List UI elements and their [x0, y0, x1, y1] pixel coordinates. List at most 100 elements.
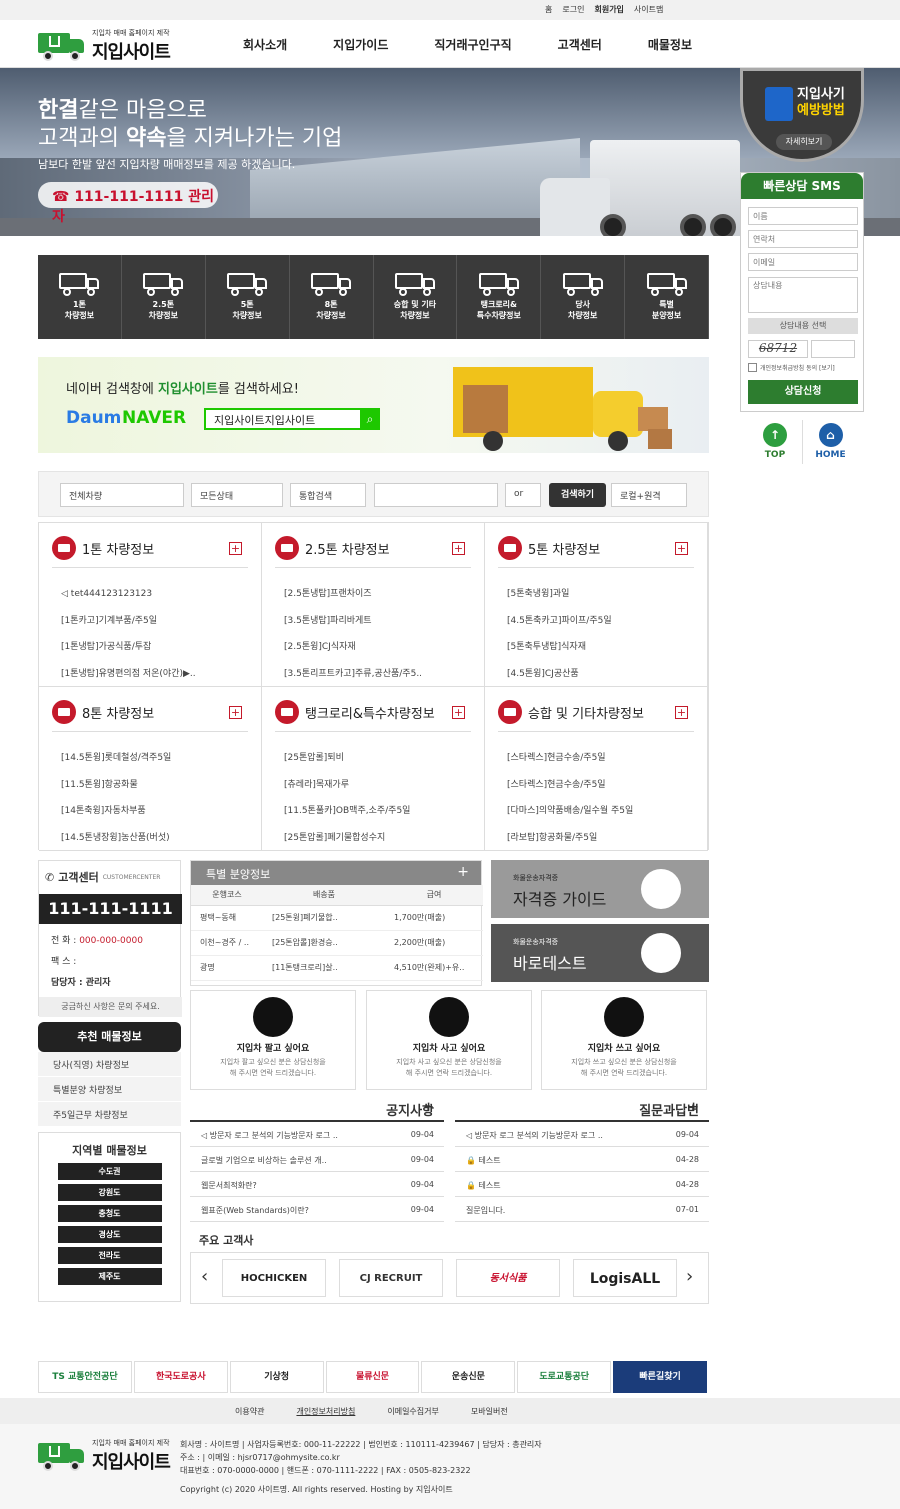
name-input[interactable] [748, 207, 858, 225]
vehicle-type-select[interactable]: 전체차량 [60, 483, 184, 507]
plus-icon[interactable]: + [452, 542, 465, 555]
submit-consult-button[interactable]: 상담신청 [748, 380, 858, 404]
rec-item-direct[interactable]: 당사(직영) 차량정보 [38, 1052, 181, 1077]
list-item[interactable]: [14.5톤윙]롯데철성/격주5일 [61, 745, 251, 772]
license-guide-banner[interactable]: 화물운송자격증 자격증 가이드 [491, 860, 709, 918]
rec-item-special[interactable]: 특별분양 차량정보 [38, 1077, 181, 1102]
plus-icon[interactable]: + [675, 542, 688, 555]
agree-checkbox[interactable] [748, 363, 757, 372]
list-item[interactable]: 질문입니다. 07-01 [455, 1197, 709, 1222]
operator-select[interactable]: or [505, 483, 541, 507]
region-item[interactable]: 제주도 [57, 1268, 162, 1285]
quick-test-banner[interactable]: 화물운송자격증 바로테스트 [491, 924, 709, 982]
email-refuse-link[interactable]: 이메일수집거부 [387, 1406, 439, 1417]
category-1[interactable]: 1톤 차량정보 [38, 255, 122, 339]
list-item[interactable]: [다마스]의약품배송/일수월 주5일 [507, 798, 697, 825]
category-3[interactable]: 5톤 차량정보 [206, 255, 290, 339]
category-5[interactable]: 승합 및 기타 차량정보 [374, 255, 458, 339]
list-item[interactable]: ◁ tet444123123123 [61, 581, 251, 608]
list-item[interactable]: [스타렉스]현금수송/주5일 [507, 745, 697, 772]
terms-link[interactable]: 이용약관 [235, 1406, 264, 1417]
list-item[interactable]: [25톤압롤]폐기물합성수지 [284, 825, 474, 852]
partner-kma[interactable]: 기상청 [229, 1361, 324, 1393]
list-item[interactable]: 🔒 테스트 04-28 [455, 1147, 709, 1172]
table-row[interactable]: 광명 [11톤탱크로리]살.. 4,510만(완제)+유.. [191, 955, 483, 981]
list-item[interactable]: 🔒 테스트 04-28 [455, 1172, 709, 1197]
table-row[interactable]: 이천~경주 / .. [25톤압롤]환경승.. 2,200만(매출) [191, 930, 483, 956]
sell-service-card[interactable]: 지입차 팔고 싶어요 지입차 팔고 싶으신 분은 상담신청을 해 주시면 연락 드리… [190, 990, 356, 1090]
region-item[interactable]: 충청도 [57, 1205, 162, 1222]
list-item[interactable]: [3.5톤리프트카고]주류,공산품/주5.. [284, 661, 474, 688]
list-item[interactable]: [1톤냉탑]유명편의점 저온(야간)▶.. [61, 661, 251, 688]
top-button[interactable]: ↑ TOP [748, 420, 803, 464]
use-service-card[interactable]: 지입차 쓰고 싶어요 지입차 쓰고 싶으신 분은 상담신청을 해 주시면 연락 드리… [541, 990, 707, 1090]
phone-input[interactable] [748, 230, 858, 248]
list-item[interactable]: ◁ 방문자 로그 분석의 기능방문자 로그 .. 09-04 [455, 1122, 709, 1147]
list-item[interactable]: [1톤냉탑]가공식품/투잡 [61, 634, 251, 661]
keyword-input[interactable] [374, 483, 498, 507]
partner-ex[interactable]: 한국도로공사 [133, 1361, 228, 1393]
prev-arrow-icon[interactable]: ‹ [201, 1266, 208, 1287]
region-item[interactable]: 수도권 [57, 1163, 162, 1180]
category-2[interactable]: 2.5톤 차량정보 [122, 255, 206, 339]
sitemap-link[interactable]: 사이트맵 [634, 4, 663, 15]
qna-more-button[interactable]: + [688, 1100, 699, 1115]
list-item[interactable]: [11.5톤윙]항공화물 [61, 772, 251, 799]
nav-jobs[interactable]: 직거래구인구직 [434, 36, 511, 53]
nav-listings[interactable]: 매물정보 [648, 36, 692, 53]
nav-guide[interactable]: 지입가이드 [333, 36, 388, 53]
mobile-link[interactable]: 모바일버전 [471, 1406, 508, 1417]
rec-item-5day[interactable]: 주5일근무 차량정보 [38, 1102, 181, 1127]
list-item[interactable]: [라보탑]항공화물/주5일 [507, 825, 697, 852]
nav-about[interactable]: 회사소개 [243, 36, 287, 53]
home-link[interactable]: 홈 [545, 4, 552, 15]
category-6[interactable]: 탱크로리& 특수차량정보 [457, 255, 542, 339]
list-item[interactable]: [4.5톤윙]CJ공산품 [507, 661, 697, 688]
partner-ts[interactable]: TS 교통안전공단 [38, 1361, 132, 1393]
fraud-detail-button[interactable]: 자세히보기 [776, 134, 832, 150]
list-item[interactable]: 글로벌 기업으로 비상하는 솔루션 개.. 09-04 [190, 1147, 444, 1172]
plus-icon[interactable]: + [229, 706, 242, 719]
list-item[interactable]: [3.5톤냉탑]파리바게트 [284, 608, 474, 635]
list-item[interactable]: [14.5톤냉장윙]농산품(버섯) [61, 825, 251, 852]
next-arrow-icon[interactable]: › [686, 1266, 693, 1287]
region-item[interactable]: 경상도 [57, 1226, 162, 1243]
consult-type-select[interactable]: 상담내용 선택 [748, 318, 858, 334]
search-source-select[interactable]: 로컬+원격 [611, 483, 687, 507]
list-item[interactable]: 웹표준(Web Standards)이란? 09-04 [190, 1197, 444, 1222]
plus-icon[interactable]: + [229, 542, 242, 555]
buy-service-card[interactable]: 지입차 사고 싶어요 지입차 사고 싶으신 분은 상담신청을 해 주시면 연락 드리… [366, 990, 532, 1090]
plus-icon[interactable]: + [675, 706, 688, 719]
privacy-agree[interactable]: 개인정보취급방침 동의 [보기] [748, 363, 835, 372]
partner-transport-news[interactable]: 운송신문 [421, 1361, 516, 1393]
site-logo[interactable]: 지입차 매매 홈페이지 제작 지입사이트 [38, 28, 171, 64]
list-item[interactable]: [5톤축냉윙]과일 [507, 581, 697, 608]
list-item[interactable]: [4.5톤축카고]파이프/주5일 [507, 608, 697, 635]
category-4[interactable]: 8톤 차량정보 [290, 255, 374, 339]
search-scope-select[interactable]: 통합검색 [290, 483, 366, 507]
category-8[interactable]: 특별 분양정보 [625, 255, 709, 339]
list-item[interactable]: 웹문서최적화란? 09-04 [190, 1172, 444, 1197]
plus-icon[interactable]: + [452, 706, 465, 719]
list-item[interactable]: [2.5톤윙]CJ식자재 [284, 634, 474, 661]
home-button[interactable]: ⌂ HOME [803, 420, 858, 464]
partner-koroad[interactable]: 도로교통공단 [517, 1361, 612, 1393]
list-item[interactable]: [스타렉스]현금수송/주5일 [507, 772, 697, 799]
category-7[interactable]: 당사 차량정보 [541, 255, 626, 339]
list-item[interactable]: ◁ 방문자 로그 분석의 기능방문자 로그 .. 09-04 [190, 1122, 444, 1147]
list-item[interactable]: [25톤압롤]퇴비 [284, 745, 474, 772]
region-item[interactable]: 전라도 [57, 1247, 162, 1264]
list-item[interactable]: [11.5톤풀카]OB맥주,소주/주5일 [284, 798, 474, 825]
region-item[interactable]: 강원도 [57, 1184, 162, 1201]
list-item[interactable]: [2.5톤냉탑]프랜차이즈 [284, 581, 474, 608]
directions-button[interactable]: 빠른길찾기 [613, 1361, 708, 1393]
email-input[interactable] [748, 253, 858, 271]
list-item[interactable]: [츄레라]목재가루 [284, 772, 474, 799]
special-more-button[interactable]: + [457, 864, 469, 880]
message-textarea[interactable] [748, 277, 858, 313]
notice-more-button[interactable]: + [423, 1100, 434, 1115]
list-item[interactable]: [5톤축투냉탑]식자재 [507, 634, 697, 661]
partner-klnews[interactable]: 물류신문 [325, 1361, 420, 1393]
login-link[interactable]: 로그인 [562, 4, 584, 15]
table-row[interactable]: 평택~동해 [25톤윙]폐기물합.. 1,700만(매출) [191, 905, 483, 931]
